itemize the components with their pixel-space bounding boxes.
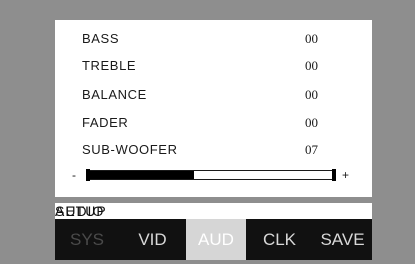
menu-item-treble[interactable]: TREBLE 00: [55, 56, 372, 76]
menu-item-bass[interactable]: BASS 00: [55, 29, 372, 49]
tab-save[interactable]: SAVE: [313, 219, 372, 260]
slider-fill: [90, 171, 195, 179]
menu-item-label: BASS: [82, 31, 120, 46]
menu-item-balance[interactable]: BALANCE 00: [55, 85, 372, 105]
menu-item-label: FADER: [82, 115, 129, 130]
tab-aud[interactable]: AUD: [186, 219, 246, 260]
slider-minus-label[interactable]: -: [72, 168, 76, 182]
menu-item-label: SUB-WOOFER: [82, 142, 178, 157]
menu-item-value: 00: [305, 58, 318, 73]
tab-vid[interactable]: VID: [119, 219, 186, 260]
slider-left-cap: [86, 169, 90, 181]
menu-item-value: 00: [305, 31, 318, 46]
slider-plus-label[interactable]: +: [342, 168, 349, 182]
tab-clk[interactable]: CLK: [246, 219, 313, 260]
slider-right-cap: [332, 169, 336, 181]
menu-title-setup: SETUP: [55, 203, 107, 219]
level-slider[interactable]: [89, 170, 334, 180]
menu-item-fader[interactable]: FADER 00: [55, 113, 372, 133]
menu-item-label: BALANCE: [82, 87, 147, 102]
menu-title-bar: AUDIO SETUP: [55, 203, 372, 219]
menu-item-value: 00: [305, 87, 318, 102]
tab-sys[interactable]: SYS: [55, 219, 119, 260]
menu-item-value: 07: [305, 142, 318, 157]
menu-item-value: 00: [305, 115, 318, 130]
menu-item-sub-woofer[interactable]: SUB-WOOFER 07: [55, 140, 372, 160]
menu-item-label: TREBLE: [82, 58, 137, 73]
audio-menu-panel: BASS 00 TREBLE 00 BALANCE 00 FADER 00 SU…: [55, 20, 372, 197]
menu-tab-bar: SYS VID AUD CLK SAVE: [55, 219, 372, 260]
